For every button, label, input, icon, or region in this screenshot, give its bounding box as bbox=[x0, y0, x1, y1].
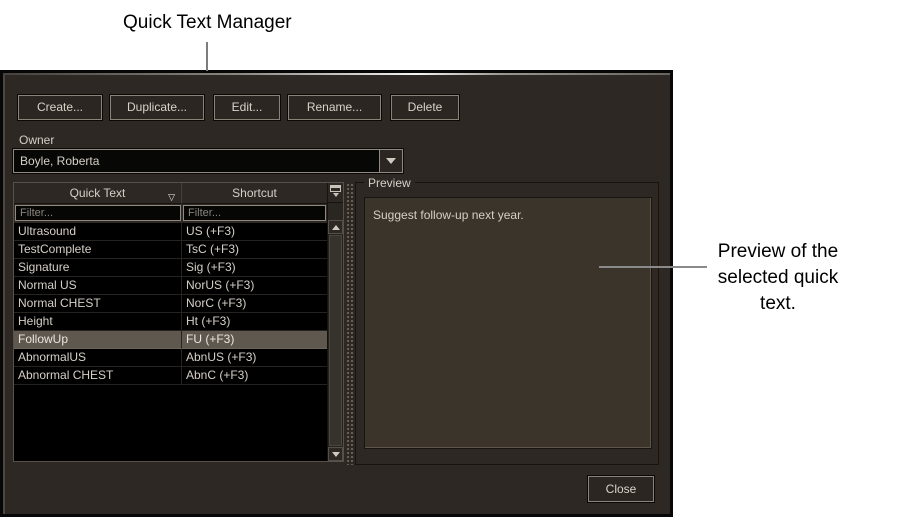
quick-text-cell[interactable]: Signature bbox=[14, 259, 182, 277]
column-header-quick-text[interactable]: Quick Text ▽ bbox=[14, 183, 182, 204]
table-row-selected[interactable]: FollowUp FU (+F3) bbox=[14, 331, 327, 349]
column-header-label: Shortcut bbox=[232, 186, 277, 200]
table-row[interactable]: Signature Sig (+F3) bbox=[14, 259, 327, 277]
screenshot-page: Quick Text Manager Create... Duplicate..… bbox=[0, 0, 900, 527]
scrollbar-thumb[interactable] bbox=[329, 235, 342, 446]
scroll-down-icon bbox=[331, 451, 340, 461]
shortcut-cell[interactable]: TsC (+F3) bbox=[182, 241, 327, 259]
edit-button[interactable]: Edit... bbox=[214, 95, 280, 120]
quick-text-cell[interactable]: AbnormalUS bbox=[14, 349, 182, 367]
shortcut-cell[interactable]: NorUS (+F3) bbox=[182, 277, 327, 295]
scroll-up-icon bbox=[331, 221, 340, 230]
owner-dropdown[interactable]: Boyle, Roberta bbox=[13, 149, 403, 173]
quick-text-cell[interactable]: Normal US bbox=[14, 277, 182, 295]
title-callout-line bbox=[206, 42, 208, 71]
column-header-shortcut[interactable]: Shortcut bbox=[182, 183, 327, 204]
quick-text-cell[interactable]: Abnormal CHEST bbox=[14, 367, 182, 385]
quick-text-cell[interactable]: FollowUp bbox=[14, 331, 182, 349]
scroll-up-button[interactable] bbox=[328, 220, 343, 234]
shortcut-cell[interactable]: FU (+F3) bbox=[182, 331, 327, 349]
quick-text-filter-input[interactable] bbox=[15, 205, 181, 221]
panel-splitter[interactable] bbox=[345, 182, 353, 465]
shortcut-cell[interactable]: AbnC (+F3) bbox=[182, 367, 327, 385]
preview-annotation: Preview of the selected quick text. bbox=[717, 241, 839, 314]
shortcut-cell[interactable]: US (+F3) bbox=[182, 223, 327, 241]
shortcut-cell[interactable]: Sig (+F3) bbox=[182, 259, 327, 277]
table-row[interactable]: AbnormalUS AbnUS (+F3) bbox=[14, 349, 327, 367]
dialog-top-highlight bbox=[3, 73, 670, 75]
table-row[interactable]: Abnormal CHEST AbnC (+F3) bbox=[14, 367, 327, 385]
column-chooser-button[interactable] bbox=[328, 183, 343, 203]
rename-button[interactable]: Rename... bbox=[288, 95, 381, 120]
scroll-down-button[interactable] bbox=[328, 447, 343, 461]
preview-groupbox: Preview Suggest follow-up next year. bbox=[355, 176, 659, 465]
table-row[interactable]: TestComplete TsC (+F3) bbox=[14, 241, 327, 259]
column-chooser-arrow-icon bbox=[332, 193, 339, 200]
quick-text-manager-dialog: Create... Duplicate... Edit... Rename...… bbox=[0, 70, 673, 517]
shortcut-cell[interactable]: Ht (+F3) bbox=[182, 313, 327, 331]
shortcut-cell[interactable]: AbnUS (+F3) bbox=[182, 349, 327, 367]
owner-dropdown-button[interactable] bbox=[379, 150, 402, 172]
preview-callout-line bbox=[599, 266, 707, 268]
table-row[interactable]: Normal US NorUS (+F3) bbox=[14, 277, 327, 295]
delete-button[interactable]: Delete bbox=[391, 95, 459, 120]
owner-selected-value: Boyle, Roberta bbox=[20, 154, 100, 168]
column-header-label: Quick Text bbox=[69, 186, 126, 200]
shortcut-filter-input[interactable] bbox=[183, 205, 326, 221]
scrollbar-gap bbox=[328, 203, 343, 220]
quick-text-cell[interactable]: Height bbox=[14, 313, 182, 331]
table-row[interactable]: Height Ht (+F3) bbox=[14, 313, 327, 331]
table-row[interactable]: Normal CHEST NorC (+F3) bbox=[14, 295, 327, 313]
table-header-row: Quick Text ▽ Shortcut bbox=[14, 183, 327, 204]
preview-groupbox-label: Preview bbox=[364, 176, 415, 190]
sort-indicator-icon[interactable]: ▽ bbox=[168, 187, 175, 207]
create-button[interactable]: Create... bbox=[18, 95, 102, 120]
duplicate-button[interactable]: Duplicate... bbox=[110, 95, 204, 120]
quick-text-cell[interactable]: Ultrasound bbox=[14, 223, 182, 241]
column-chooser-icon bbox=[330, 185, 341, 192]
table-scrollbar[interactable] bbox=[327, 183, 343, 461]
shortcut-cell[interactable]: NorC (+F3) bbox=[182, 295, 327, 313]
quick-text-table: Quick Text ▽ Shortcut Filter... Filter..… bbox=[13, 182, 344, 462]
quick-text-cell[interactable]: Normal CHEST bbox=[14, 295, 182, 313]
owner-label: Owner bbox=[19, 133, 55, 147]
chevron-down-icon bbox=[386, 158, 396, 169]
close-button[interactable]: Close bbox=[588, 476, 654, 502]
table-body: Ultrasound US (+F3) TestComplete TsC (+F… bbox=[14, 223, 327, 461]
table-row[interactable]: Ultrasound US (+F3) bbox=[14, 223, 327, 241]
title-annotation: Quick Text Manager bbox=[123, 12, 292, 33]
quick-text-cell[interactable]: TestComplete bbox=[14, 241, 182, 259]
preview-content: Suggest follow-up next year. bbox=[364, 197, 652, 449]
